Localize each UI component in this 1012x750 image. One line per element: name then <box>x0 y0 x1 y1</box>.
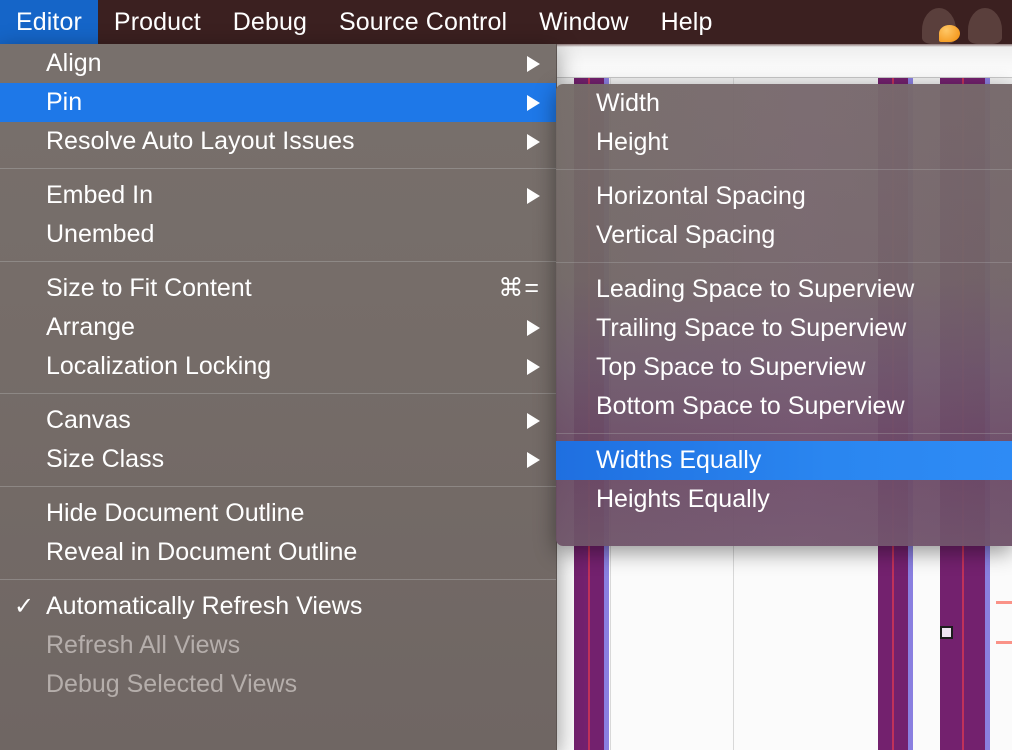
speech-bubble-icon <box>939 25 960 42</box>
menu-item-localization-locking[interactable]: Localization Locking <box>0 347 556 386</box>
menu-item-pin[interactable]: Pin <box>0 83 556 122</box>
menu-item-size-to-fit-content[interactable]: Size to Fit Content ⌘= <box>0 269 556 308</box>
menu-item-label: Vertical Spacing <box>596 221 776 249</box>
menu-item-label: Unembed <box>46 220 155 248</box>
checkmark-icon: ✓ <box>14 592 35 620</box>
submenu-arrow-icon <box>527 133 540 150</box>
menu-item-heights-equally[interactable]: Heights Equally <box>556 480 1012 519</box>
menu-separator <box>556 169 1012 170</box>
submenu-arrow-icon <box>527 187 540 204</box>
menu-bar-items[interactable]: Editor Product Debug Source Control Window He… <box>0 0 728 44</box>
menu-item-top-space-to-superview[interactable]: Top Space to Superview <box>556 348 1012 387</box>
menu-item-label: Refresh All Views <box>46 631 241 659</box>
submenu-arrow-icon <box>527 55 540 72</box>
menu-item-debug-selected-views: Debug Selected Views <box>0 665 556 704</box>
menu-item-label: Hide Document Outline <box>46 499 305 527</box>
menu-item-size-class[interactable]: Size Class <box>0 440 556 479</box>
menu-bar-item-debug[interactable]: Debug <box>217 0 323 44</box>
menu-bar-item-help[interactable]: Help <box>645 0 729 44</box>
editor-menu-items[interactable]: Align Pin Resolve Auto Layout Issues Embed … <box>0 44 556 750</box>
menu-bar-item-editor[interactable]: Editor <box>0 0 98 44</box>
menu-item-label: Leading Space to Superview <box>596 275 915 303</box>
menu-item-embed-in[interactable]: Embed In <box>0 176 556 215</box>
menu-item-label: Pin <box>46 88 83 116</box>
menu-item-widths-equally[interactable]: Widths Equally <box>556 441 1012 480</box>
menu-item-refresh-all-views: Refresh All Views <box>0 626 556 665</box>
submenu-arrow-icon <box>527 451 540 468</box>
menu-item-label: Align <box>46 49 102 77</box>
menu-item-align[interactable]: Align <box>0 44 556 83</box>
menu-item-label: Width <box>596 89 660 117</box>
menu-separator <box>0 261 556 262</box>
submenu-arrow-icon <box>527 412 540 429</box>
submenu-arrow-icon <box>527 319 540 336</box>
menu-item-label: Height <box>596 128 669 156</box>
menu-separator <box>0 393 556 394</box>
menu-item-label: Trailing Space to Superview <box>596 314 907 342</box>
menu-item-label: Reveal in Document Outline <box>46 538 358 566</box>
menu-item-label: Heights Equally <box>596 485 770 513</box>
penguin-body <box>968 8 1002 44</box>
menu-item-label: Automatically Refresh Views <box>46 592 363 620</box>
menu-item-trailing-space-to-superview[interactable]: Trailing Space to Superview <box>556 309 1012 348</box>
menu-item-label: Embed In <box>46 181 154 209</box>
selection-handle[interactable] <box>940 626 953 639</box>
menu-item-canvas[interactable]: Canvas <box>0 401 556 440</box>
menu-item-width[interactable]: Width <box>556 84 1012 123</box>
menu-separator <box>0 168 556 169</box>
menu-item-bottom-space-to-superview[interactable]: Bottom Space to Superview <box>556 387 1012 426</box>
menu-item-hide-document-outline[interactable]: Hide Document Outline <box>0 494 556 533</box>
menu-item-label: Top Space to Superview <box>596 353 866 381</box>
menu-separator <box>556 433 1012 434</box>
menu-separator <box>0 579 556 580</box>
screen-root: Editor Product Debug Source Control Window He… <box>0 0 1012 750</box>
menu-item-label: Bottom Space to Superview <box>596 392 905 420</box>
menu-item-label: Size to Fit Content <box>46 274 252 302</box>
menu-item-unembed[interactable]: Unembed <box>0 215 556 254</box>
menu-item-automatically-refresh-views[interactable]: ✓ Automatically Refresh Views <box>0 587 556 626</box>
editor-menu-panel[interactable]: Align Pin Resolve Auto Layout Issues Embed … <box>0 44 557 750</box>
menu-item-shortcut: ⌘= <box>498 274 540 302</box>
constraint-line <box>996 601 1012 604</box>
menu-bar-status-icons[interactable] <box>922 0 1012 44</box>
menu-item-height[interactable]: Height <box>556 123 1012 162</box>
submenu-arrow-icon <box>527 94 540 111</box>
menu-item-horizontal-spacing[interactable]: Horizontal Spacing <box>556 177 1012 216</box>
penguin-icon[interactable] <box>968 6 1002 44</box>
menu-item-label: Resolve Auto Layout Issues <box>46 127 355 155</box>
menu-item-label: Canvas <box>46 406 131 434</box>
menu-item-arrange[interactable]: Arrange <box>0 308 556 347</box>
menu-item-label: Widths Equally <box>596 446 762 474</box>
menu-item-reveal-in-document-outline[interactable]: Reveal in Document Outline <box>0 533 556 572</box>
menu-item-label: Debug Selected Views <box>46 670 298 698</box>
menu-item-leading-space-to-superview[interactable]: Leading Space to Superview <box>556 270 1012 309</box>
menu-item-label: Size Class <box>46 445 165 473</box>
penguin-with-speech-bubble-icon[interactable] <box>922 6 960 44</box>
menu-separator <box>556 262 1012 263</box>
menu-bar-item-window[interactable]: Window <box>523 0 645 44</box>
menu-bar[interactable]: Editor Product Debug Source Control Window He… <box>0 0 1012 44</box>
pin-submenu-panel[interactable]: Width Height Horizontal Spacing Vertical Sp… <box>556 84 1012 546</box>
constraint-line <box>996 641 1012 644</box>
menu-bar-item-product[interactable]: Product <box>98 0 217 44</box>
menu-item-resolve-auto-layout-issues[interactable]: Resolve Auto Layout Issues <box>0 122 556 161</box>
menu-item-label: Localization Locking <box>46 352 272 380</box>
menu-bar-item-source-control[interactable]: Source Control <box>323 0 523 44</box>
pin-submenu-items[interactable]: Width Height Horizontal Spacing Vertical Sp… <box>556 84 1012 546</box>
menu-item-label: Arrange <box>46 313 135 341</box>
menu-item-vertical-spacing[interactable]: Vertical Spacing <box>556 216 1012 255</box>
menu-item-label: Horizontal Spacing <box>596 182 806 210</box>
submenu-arrow-icon <box>527 358 540 375</box>
menu-separator <box>0 486 556 487</box>
